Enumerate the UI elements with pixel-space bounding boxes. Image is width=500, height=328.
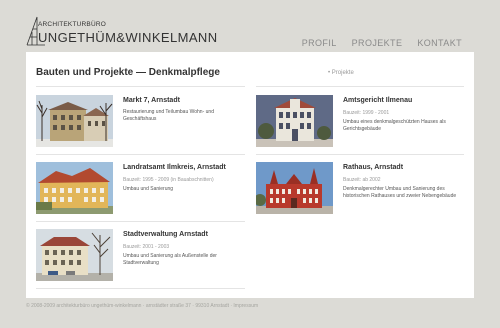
site-header: ARCHITEKTURBÜRO UNGETHÜM&WINKELMANN PROF…	[0, 0, 500, 52]
page-title: Bauten und Projekte — Denkmalpflege	[36, 67, 220, 78]
project-title[interactable]: Rathaus, Arnstadt	[343, 164, 403, 171]
divider	[36, 154, 245, 155]
project-title[interactable]: Landratsamt Ilmkreis, Arnstadt	[123, 164, 226, 171]
divider	[36, 86, 245, 87]
building-photo-icon	[36, 162, 113, 214]
nav-profil[interactable]: PROFIL	[302, 38, 337, 48]
building-photo-icon	[256, 95, 333, 147]
divider	[36, 221, 245, 222]
project-bauzeit: Bauzeit: 1995 - 2009 (in Bauabschnitten)	[123, 177, 214, 183]
logo-subtitle: ARCHITEKTURBÜRO	[38, 21, 107, 28]
project-title[interactable]: Amtsgericht Ilmenau	[343, 97, 412, 104]
project-stadtverwaltung-arnstadt[interactable]: Stadtverwaltung Arnstadt Bauzeit: 2001 -…	[36, 229, 246, 284]
project-description: Umbau und Sanierung	[123, 186, 174, 192]
project-title[interactable]: Markt 7, Arnstadt	[123, 97, 180, 104]
project-thumbnail[interactable]	[36, 162, 113, 214]
project-amtsgericht-ilmenau[interactable]: Amtsgericht Ilmenau Bauzeit: 1999 - 2001…	[256, 95, 466, 150]
main-nav: PROFIL PROJEKTE KONTAKT	[302, 38, 462, 48]
project-bauzeit: Bauzeit: 2001 - 2003	[123, 244, 170, 250]
divider	[256, 86, 464, 87]
logo[interactable]: ARCHITEKTURBÜRO UNGETHÜM&WINKELMANN	[26, 16, 217, 48]
nav-projekte[interactable]: PROJEKTE	[352, 38, 403, 48]
project-description: Denkmalgerechter Umbau und Sanierung des…	[343, 186, 457, 199]
content-panel: Bauten und Projekte — Denkmalpflege • Pr…	[26, 52, 474, 298]
logo-name: UNGETHÜM&WINKELMANN	[38, 30, 218, 45]
project-thumbnail[interactable]	[36, 95, 113, 147]
footer: © 2008-2009 architekturbüro ungethüm-win…	[26, 303, 259, 309]
project-description: Umbau eines denkmalgeschützten Hauses al…	[343, 119, 446, 132]
project-markt-7[interactable]: Markt 7, Arnstadt Restaurierung und Teil…	[36, 95, 246, 150]
building-photo-icon	[36, 229, 113, 281]
divider	[36, 288, 245, 289]
building-photo-icon	[36, 95, 113, 147]
project-bauzeit: Bauzeit: ab 2002	[343, 177, 381, 183]
project-bauzeit: Bauzeit: 1999 - 2001	[343, 110, 390, 116]
project-description: Umbau und Sanierung als Außenstelle der …	[123, 253, 217, 266]
project-rathaus-arnstadt[interactable]: Rathaus, Arnstadt Bauzeit: ab 2002 Denkm…	[256, 162, 466, 217]
project-thumbnail[interactable]	[36, 229, 113, 281]
project-thumbnail[interactable]	[256, 95, 333, 147]
project-title[interactable]: Stadtverwaltung Arnstadt	[123, 231, 208, 238]
project-landratsamt-ilmkreis[interactable]: Landratsamt Ilmkreis, Arnstadt Bauzeit: …	[36, 162, 246, 217]
project-description: Restaurierung und Teilumbau Wohn- und Ge…	[123, 109, 214, 122]
building-photo-icon	[256, 162, 333, 214]
project-thumbnail[interactable]	[256, 162, 333, 214]
projekte-back-link[interactable]: • Projekte	[328, 70, 354, 76]
nav-kontakt[interactable]: KONTAKT	[417, 38, 462, 48]
divider	[256, 154, 464, 155]
